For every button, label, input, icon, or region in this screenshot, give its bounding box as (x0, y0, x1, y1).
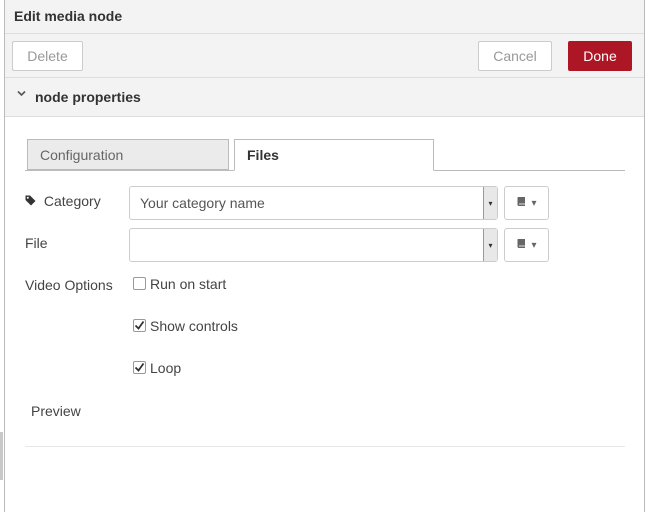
edit-dialog: Edit media node Delete Cancel Done node … (4, 0, 645, 512)
dropdown-arrow-icon: ▾ (483, 229, 497, 261)
caret-down-icon: ▾ (531, 197, 537, 209)
preview-label: Preview (31, 403, 81, 419)
dialog-toolbar: Delete Cancel Done (5, 34, 644, 78)
video-options-label: Video Options (25, 277, 113, 293)
dropdown-arrow-icon: ▾ (483, 187, 497, 219)
caret-down-icon: ▾ (531, 239, 537, 251)
show-controls-label: Show controls (150, 318, 238, 334)
chevron-down-icon (17, 89, 26, 101)
category-value: Your category name (140, 195, 265, 211)
file-select[interactable]: ▾ (129, 228, 498, 262)
checkmark-icon (134, 362, 145, 372)
category-select[interactable]: Your category name ▾ (129, 186, 498, 220)
dialog-title-bar: Edit media node (5, 0, 644, 34)
tab-files[interactable]: Files (234, 139, 434, 171)
run-on-start-option[interactable]: Run on start (133, 276, 226, 292)
file-browse-button[interactable]: ▾ (504, 228, 549, 262)
loop-label: Loop (150, 360, 182, 376)
category-label-group: Category (25, 193, 101, 209)
delete-button[interactable]: Delete (12, 41, 83, 71)
dialog-title: Edit media node (14, 8, 123, 24)
show-controls-checkbox[interactable] (133, 318, 146, 332)
loop-option[interactable]: Loop (133, 360, 181, 376)
book-icon (516, 238, 527, 252)
run-on-start-checkbox[interactable] (133, 276, 146, 290)
checkmark-icon (134, 320, 145, 330)
done-button[interactable]: Done (568, 41, 632, 71)
book-icon (516, 196, 527, 210)
loop-checkbox[interactable] (133, 360, 146, 374)
tag-icon (25, 193, 36, 209)
run-on-start-label: Run on start (150, 276, 227, 292)
show-controls-option[interactable]: Show controls (133, 318, 238, 334)
file-label: File (25, 235, 48, 251)
left-edge-handle (0, 432, 3, 480)
category-label: Category (43, 193, 101, 209)
category-browse-button[interactable]: ▾ (504, 186, 549, 220)
preview-divider (25, 446, 625, 447)
node-properties-header[interactable]: node properties (5, 78, 644, 117)
section-label: node properties (35, 89, 141, 105)
cancel-button[interactable]: Cancel (478, 41, 552, 71)
tab-configuration[interactable]: Configuration (27, 139, 229, 170)
